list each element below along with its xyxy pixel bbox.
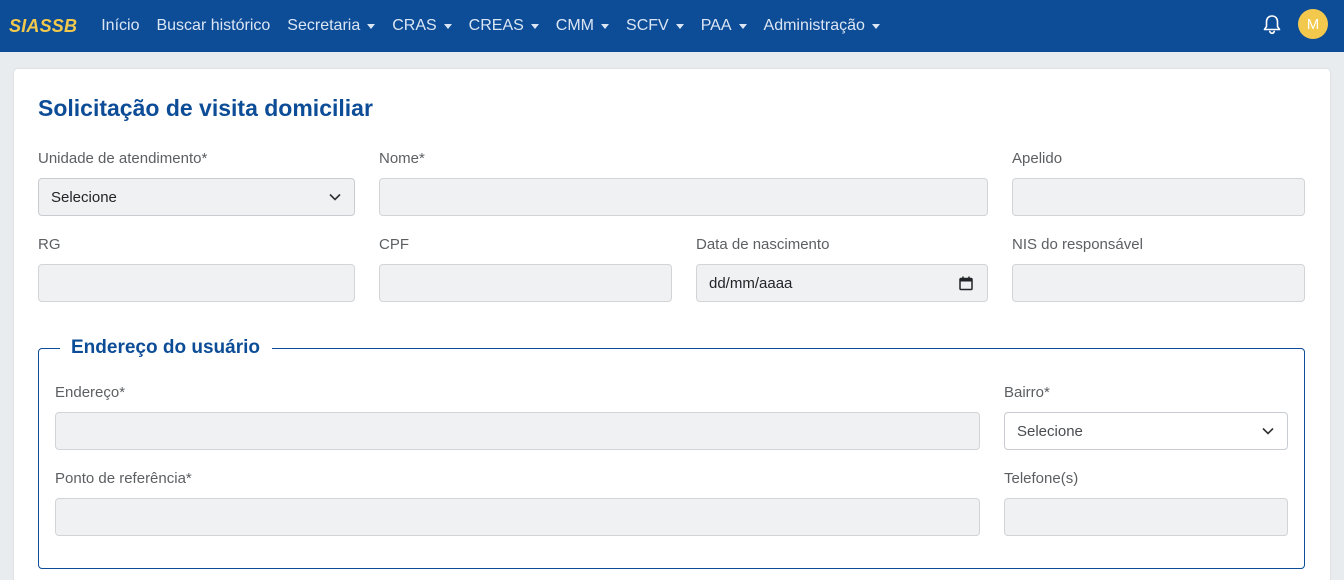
nascimento-date-input[interactable]: dd/mm/aaaa [696,264,988,302]
nav-item-label: PAA [700,17,732,34]
nav-item-creas[interactable]: CREAS [469,17,539,35]
nav-item-label: Buscar histórico [156,17,271,34]
nav-item-inicio[interactable]: Início [101,17,139,35]
unidade-select-value: Selecione [51,188,117,206]
apelido-input[interactable] [1012,178,1305,216]
nav-item-label: Início [101,17,140,34]
caret-down-icon [443,24,452,29]
endereco-label: Endereço* [55,384,126,401]
caret-down-icon [367,24,376,29]
nome-input[interactable] [379,178,988,216]
address-legend: Endereço do usuário [60,337,272,359]
referencia-input[interactable] [55,498,980,536]
nascimento-label: Data de nascimento [696,236,830,253]
nav-item-label: CMM [555,17,595,34]
nis-input[interactable] [1012,264,1305,302]
caret-down-icon [530,24,539,29]
nav-right: M [1262,9,1328,39]
bairro-select[interactable]: Selecione [1004,412,1288,450]
nav-item-buscar-historico[interactable]: Buscar histórico [156,17,270,35]
caret-down-icon [601,24,610,29]
rg-input[interactable] [38,264,355,302]
referencia-label: Ponto de referência* [55,470,192,487]
nome-label: Nome* [379,150,425,167]
nav-item-paa[interactable]: PAA [701,17,747,35]
nav-item-label: SCFV [626,17,669,34]
nav-item-cras[interactable]: CRAS [392,17,452,35]
rg-label: RG [38,236,61,253]
telefone-input[interactable] [1004,498,1288,536]
bell-icon[interactable] [1262,12,1282,36]
calendar-icon[interactable] [959,276,973,291]
chevron-down-icon [1262,427,1274,435]
caret-down-icon [675,24,684,29]
cpf-label: CPF [379,236,409,253]
endereco-input[interactable] [55,412,980,450]
user-avatar[interactable]: M [1298,9,1328,39]
cpf-input[interactable] [379,264,672,302]
top-navbar: SIASSB Início Buscar histórico Secretari… [0,0,1344,52]
nav-item-cmm[interactable]: CMM [555,17,610,35]
nis-label: NIS do responsável [1012,236,1143,253]
page-title: Solicitação de visita domiciliar [38,95,373,121]
bairro-label: Bairro* [1004,384,1050,401]
brand-logo[interactable]: SIASSB [9,16,77,37]
bairro-select-value: Selecione [1017,422,1083,440]
caret-down-icon [871,24,880,29]
nav-menu: Início Buscar histórico Secretaria CRAS … [101,17,897,35]
nav-item-label: Administração [763,17,865,34]
date-placeholder: dd/mm/aaaa [709,274,793,292]
unidade-label: Unidade de atendimento* [38,150,208,167]
chevron-down-icon [329,193,341,201]
telefone-label: Telefone(s) [1004,470,1079,487]
nav-item-secretaria[interactable]: Secretaria [287,17,376,35]
nav-item-administracao[interactable]: Administração [764,17,880,35]
apelido-label: Apelido [1012,150,1063,167]
nav-item-label: Secretaria [287,17,361,34]
nav-item-label: CRAS [392,17,437,34]
caret-down-icon [738,24,747,29]
nav-item-label: CREAS [468,17,524,34]
nav-item-scfv[interactable]: SCFV [626,17,684,35]
unidade-select[interactable]: Selecione [38,178,355,216]
